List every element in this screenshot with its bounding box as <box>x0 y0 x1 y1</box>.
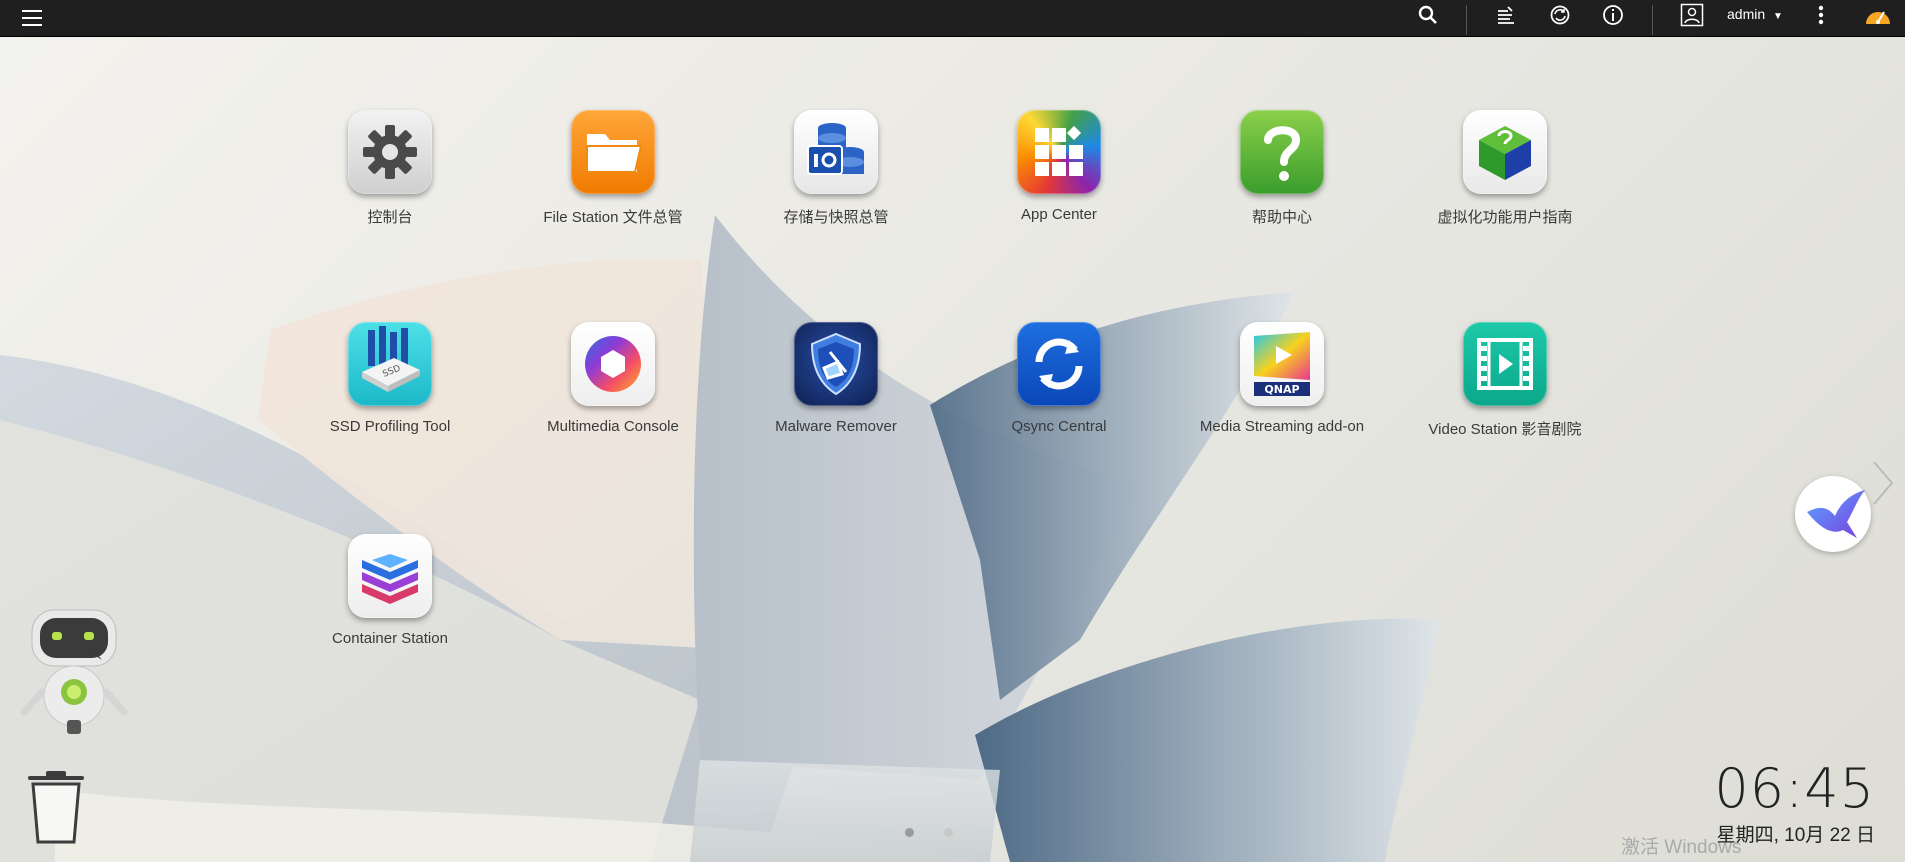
user-icon[interactable] <box>1674 0 1710 30</box>
app-qsync-central[interactable]: Qsync Central <box>969 322 1149 435</box>
film-icon <box>1463 322 1547 406</box>
app-label: App Center <box>1021 206 1097 223</box>
app-container-station[interactable]: Container Station <box>300 534 480 647</box>
shield-broom-icon <box>794 322 878 406</box>
page-dot-2[interactable] <box>944 828 953 837</box>
app-grid-icon <box>1017 110 1101 194</box>
app-label: Malware Remover <box>775 418 897 435</box>
app-control-panel[interactable]: 控制台 <box>300 110 480 227</box>
user-menu[interactable]: admin ▼ <box>1727 0 1783 30</box>
app-label: 存储与快照总管 <box>783 209 889 226</box>
desktop: admin ▼ 控制台 File Station 文件总管 存储与快照总管 Ap <box>0 0 1905 862</box>
question-icon <box>1240 110 1324 194</box>
separator <box>1466 5 1467 35</box>
ssd-icon: SSD <box>348 322 432 406</box>
app-ssd-profiling-tool[interactable]: SSD SSD Profiling Tool <box>300 322 480 435</box>
top-bar: admin ▼ <box>0 0 1905 37</box>
svg-text:QNAP: QNAP <box>1264 383 1299 396</box>
app-label: SSD Profiling Tool <box>329 418 451 435</box>
folder-icon <box>571 110 655 194</box>
wallpaper <box>0 215 1440 862</box>
bird-assistant-icon[interactable] <box>1795 476 1871 552</box>
info-icon[interactable] <box>1595 0 1631 30</box>
app-label: Multimedia Console <box>547 418 679 435</box>
app-storage-snapshots[interactable]: 存储与快照总管 <box>746 110 926 227</box>
assistant-robot-icon[interactable] <box>18 608 130 736</box>
speedometer-icon[interactable] <box>1858 0 1898 30</box>
username: admin <box>1727 6 1766 22</box>
cube-question-icon <box>1463 110 1547 194</box>
separator <box>1652 5 1653 35</box>
app-label: 控制台 <box>367 209 413 226</box>
gear-icon <box>348 110 432 194</box>
app-label: 帮助中心 <box>1251 209 1312 226</box>
app-label: Media Streaming add-on <box>1199 418 1365 435</box>
app-label: Qsync Central <box>1011 418 1107 435</box>
app-app-center[interactable]: App Center <box>969 110 1149 223</box>
app-label: Container Station <box>332 630 448 647</box>
search-icon[interactable] <box>1410 0 1446 30</box>
storage-icon <box>794 110 878 194</box>
sync-arrows-icon <box>1017 322 1101 406</box>
app-label: File Station 文件总管 <box>543 209 683 226</box>
hamburger-icon[interactable] <box>14 0 50 36</box>
hexagon-color-icon <box>571 322 655 406</box>
clock-time: 06:45 <box>1714 757 1875 820</box>
container-icon <box>348 534 432 618</box>
page-indicator <box>905 828 953 837</box>
app-help-center[interactable]: 帮助中心 <box>1192 110 1372 227</box>
app-label: Video Station 影音剧院 <box>1428 421 1582 438</box>
stack-icon[interactable] <box>1488 0 1524 30</box>
app-file-station[interactable]: File Station 文件总管 <box>523 110 703 227</box>
app-multimedia-console[interactable]: Multimedia Console <box>523 322 703 435</box>
trash-icon[interactable] <box>26 770 86 846</box>
activation-watermark: 激活 Windows <box>1621 837 1742 858</box>
qnap-media-icon: QNAP <box>1240 322 1324 406</box>
chevron-right-icon[interactable] <box>1870 458 1896 513</box>
more-vertical-icon[interactable] <box>1806 0 1836 30</box>
app-malware-remover[interactable]: Malware Remover <box>746 322 926 435</box>
app-media-streaming[interactable]: QNAP Media Streaming add-on <box>1192 322 1372 435</box>
sync-icon[interactable] <box>1542 0 1578 30</box>
app-video-station[interactable]: Video Station 影音剧院 <box>1415 322 1595 439</box>
app-label: 虚拟化功能用户指南 <box>1437 209 1573 226</box>
page-dot-1[interactable] <box>905 828 914 837</box>
app-virtualization-guide[interactable]: 虚拟化功能用户指南 <box>1415 110 1595 227</box>
chevron-down-icon: ▼ <box>1773 11 1783 22</box>
